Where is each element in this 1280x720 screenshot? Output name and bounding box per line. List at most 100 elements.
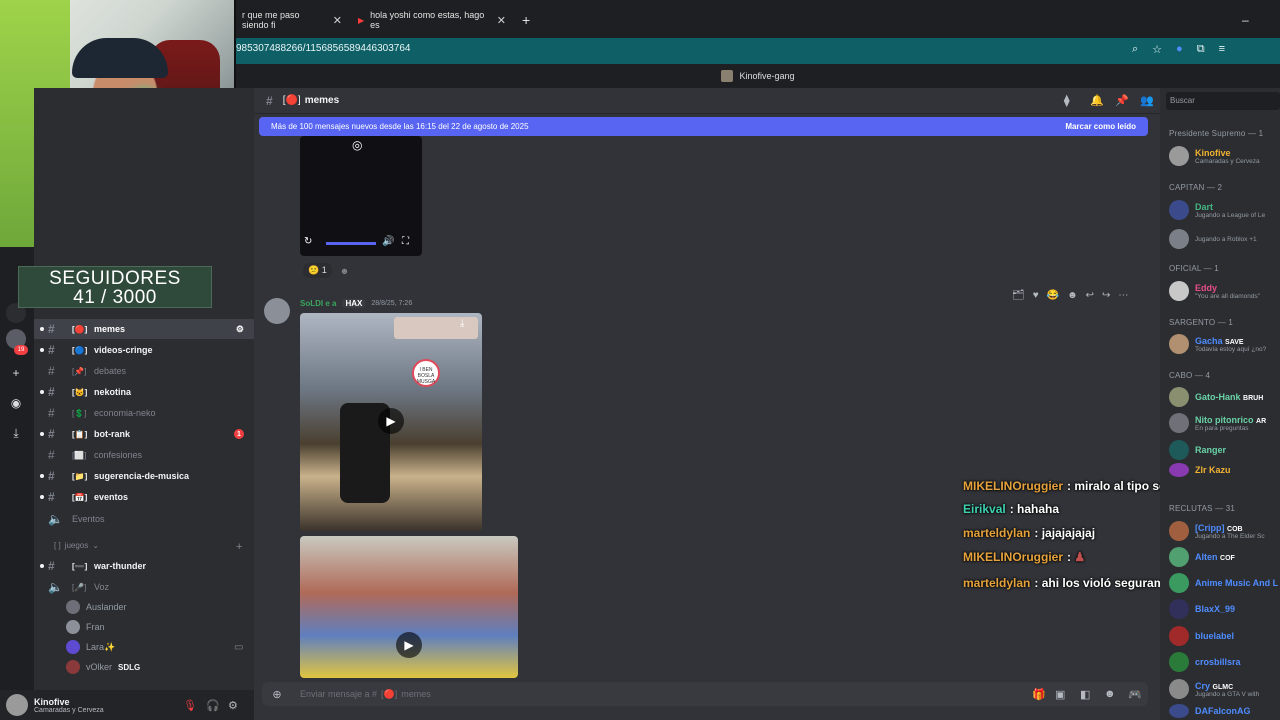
extension-dot-icon[interactable]: ● [1176, 43, 1183, 56]
url-text[interactable]: 985307488266/1156856589446303764 [236, 43, 410, 54]
message-composer[interactable]: ⊕ Enviar mensaje a # [🔴] memes 🎁 ▣ ◧ ☻ 🎮 [262, 682, 1148, 706]
channel-nekotina[interactable]: # [😺] nekotina [34, 382, 254, 402]
gif-icon[interactable]: ▣ [1055, 688, 1065, 701]
member-activity: Jugando a GTA V with [1195, 690, 1260, 698]
member-row[interactable]: BlaxX_99 [1169, 597, 1280, 621]
explore-icon[interactable]: ◉ [6, 393, 26, 413]
member-row[interactable]: Jugando a Roblox +1 [1169, 227, 1280, 251]
avatar[interactable] [6, 694, 28, 716]
avatar [1169, 413, 1189, 433]
laugh-emoji-icon[interactable]: 😂 [1047, 290, 1059, 301]
add-server-icon[interactable]: + [6, 363, 26, 383]
pin-icon[interactable]: 📌 [1115, 94, 1129, 107]
channel-debates[interactable]: # [📌] debates [34, 361, 254, 381]
member-name: Dart [1195, 201, 1214, 212]
voice-user[interactable]: vOlker SDLG [66, 658, 140, 676]
download-icon[interactable]: ⤓ [6, 423, 26, 443]
author-name[interactable]: SoLDI e a [300, 299, 336, 308]
avatar[interactable] [264, 298, 290, 324]
minimize-window-button[interactable]: – [1236, 8, 1255, 32]
channel-eventos[interactable]: # [📅] eventos [34, 487, 254, 507]
member-row[interactable]: Alten COF [1169, 545, 1280, 569]
forward-icon[interactable]: ↪ [1102, 290, 1110, 301]
voice-channel-eventos[interactable]: 🔈 Eventos [34, 509, 254, 529]
video-attachment[interactable]: ⤓ I BEN BOSLA MUSGA ▶ [300, 313, 482, 531]
threads-icon[interactable]: ⧫ [1064, 94, 1069, 107]
add-reaction-icon[interactable]: ☻ [1067, 290, 1078, 301]
avatar [1169, 679, 1189, 699]
new-tab-button[interactable]: + [516, 8, 536, 32]
apps-icon[interactable]: 🎮 [1128, 688, 1142, 701]
add-attachment-icon[interactable]: ⊕ [270, 688, 284, 701]
member-row[interactable]: Nito pitonrico AR En para preguntas [1169, 411, 1280, 435]
member-row[interactable]: Anime Music And L [1169, 571, 1280, 595]
play-icon[interactable]: ▶ [396, 632, 422, 658]
member-list-icon[interactable]: 👥 [1140, 94, 1154, 107]
member-row[interactable]: Gacha SAVE Todavía estoy aquí ¿no? [1169, 332, 1280, 356]
voice-user[interactable]: Auslander [66, 598, 127, 616]
close-tab-icon[interactable]: ✕ [497, 14, 506, 27]
member-row[interactable]: Zlr Kazu [1169, 462, 1280, 478]
channel-videos-cringe[interactable]: # [🔵] videos-cringe [34, 340, 254, 360]
download-icon[interactable]: ⤓ [460, 318, 464, 329]
volume-icon[interactable]: 🔊 [382, 236, 394, 247]
channel-memes[interactable]: # [🔴] memes ⚙ [34, 319, 254, 339]
mute-mic-icon[interactable]: 🎙 [183, 699, 197, 712]
stream-preview-icon[interactable]: ▭ [234, 642, 243, 653]
bell-icon[interactable]: 🔔 [1090, 94, 1104, 107]
browser-tab-active[interactable]: ▶ hola yoshi como estas, hago es ✕ [352, 8, 512, 32]
close-tab-icon[interactable]: ✕ [333, 14, 342, 27]
unread-dot [40, 564, 44, 568]
hash-icon: # [48, 385, 55, 399]
voice-channel-voz[interactable]: 🔈 [🎤] Voz [34, 577, 254, 597]
reaction-icon[interactable]: 🗂 [1012, 290, 1025, 301]
replay-icon[interactable]: ↻ [304, 236, 312, 247]
new-messages-banner[interactable]: Más de 100 mensajes nuevos desde las 16:… [259, 117, 1148, 136]
voice-user[interactable]: Lara✨ [66, 638, 115, 656]
category-juegos[interactable]: [ ] juegos ⌄ [54, 541, 99, 550]
gift-icon[interactable]: 🎁 [1032, 688, 1046, 701]
zoom-icon[interactable]: ⌕ [1132, 43, 1138, 56]
extensions-puzzle-icon[interactable]: ⧉ [1197, 43, 1205, 56]
member-row[interactable]: Ranger [1169, 438, 1280, 462]
member-row[interactable]: Cry GLMC Jugando a GTA V with [1169, 677, 1280, 701]
channel-confesiones[interactable]: # [⬜] confesiones [34, 445, 254, 465]
member-row[interactable]: bluelabel [1169, 624, 1280, 648]
voice-user[interactable]: Fran [66, 618, 105, 636]
member-row[interactable]: crosbillsra [1169, 650, 1280, 674]
member-activity: Jugando a The Elder Sc [1195, 532, 1265, 540]
headphones-icon[interactable]: 🎧 [206, 699, 220, 712]
add-channel-icon[interactable]: + [236, 541, 242, 553]
browser-tab[interactable]: r que me paso siendo fi ✕ [236, 8, 348, 32]
member-row[interactable]: Eddy "You are all diamonds" [1169, 279, 1280, 303]
member-row[interactable]: Gato-Hank BRUH [1169, 385, 1280, 409]
channel-bot-rank[interactable]: # [📋] bot-rank 1 [34, 424, 254, 444]
member-row[interactable]: Kinofive Camaradas y Cerveza [1169, 144, 1280, 168]
add-reaction-icon[interactable]: ☻ [340, 266, 349, 276]
video-attachment[interactable]: ▶ [300, 536, 518, 678]
member-row[interactable]: DAFalconAG [1169, 702, 1280, 720]
member-row[interactable]: Dart Jugando a League of Le [1169, 198, 1280, 222]
mark-as-read-button[interactable]: Marcar como leído [1065, 122, 1136, 131]
reaction-chip[interactable]: 😕 1 [303, 263, 332, 278]
more-options-icon[interactable]: ⋯ [1118, 290, 1128, 301]
bookmark-star-icon[interactable]: ☆ [1152, 43, 1162, 56]
channel-sugerencia-de-musica[interactable]: # [📁] sugerencia-de-musica [34, 466, 254, 486]
video-progress-bar[interactable] [326, 242, 376, 245]
fullscreen-icon[interactable]: ⛶ [402, 236, 409, 247]
user-settings-icon[interactable]: ⚙ [228, 699, 238, 712]
reply-icon[interactable]: ↩ [1086, 290, 1094, 301]
reading-list-icon[interactable]: ≡ [1219, 43, 1225, 56]
member-row[interactable]: [Cripp] COB Jugando a The Elder Sc [1169, 519, 1280, 543]
search-input[interactable]: Buscar [1166, 92, 1280, 110]
video-attachment[interactable]: ◎ ↻ 🔊 ⛶ [300, 136, 422, 256]
sticker-icon[interactable]: ◧ [1080, 688, 1090, 701]
settings-gear-icon[interactable]: ⚙ [236, 324, 244, 335]
channel-economia-neko[interactable]: # [💲] economia-neko [34, 403, 254, 423]
emoji-icon[interactable]: ☻ [1104, 688, 1116, 700]
channel-war-thunder[interactable]: # [➖] war-thunder [34, 556, 254, 576]
reaction-icon[interactable]: ♥ [1033, 290, 1039, 301]
play-icon[interactable]: ▶ [378, 408, 404, 434]
channel-header: # [🔴] memes ⧫ 🔔 📌 👥 [254, 88, 1160, 114]
role-header: OFICIAL — 1 [1169, 264, 1219, 273]
